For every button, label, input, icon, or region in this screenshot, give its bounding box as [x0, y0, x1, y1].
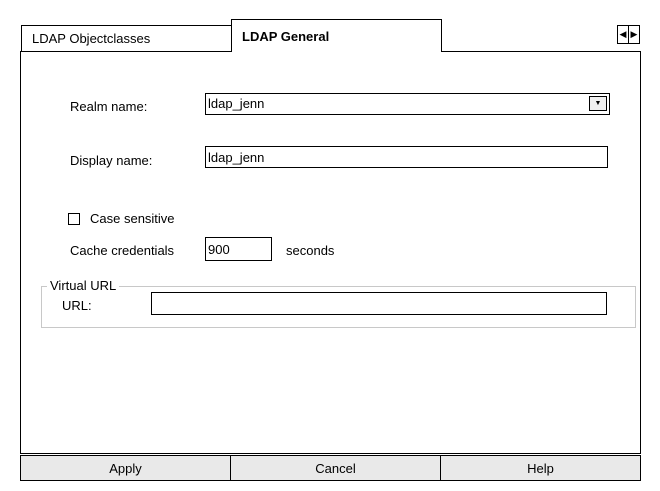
tab-label: LDAP General [242, 29, 330, 44]
tab-panel-ldap-general: Realm name: ldap_jenn ▼ Display name: Ca… [20, 51, 641, 454]
virtual-url-legend: Virtual URL [47, 278, 120, 294]
cache-seconds-label: seconds [286, 243, 335, 258]
cache-credentials-label: Cache credentials [70, 243, 175, 258]
cancel-button[interactable]: Cancel [231, 455, 441, 481]
realm-name-value: ldap_jenn [208, 96, 265, 111]
case-sensitive-label: Case sensitive [90, 211, 175, 226]
apply-button[interactable]: Apply [20, 455, 231, 481]
case-sensitive-checkbox[interactable] [68, 213, 80, 225]
virtual-url-group: Virtual URL URL: [41, 278, 636, 328]
tab-label: LDAP Objectclasses [32, 31, 151, 46]
cache-credentials-field[interactable] [205, 237, 272, 261]
ldap-realm-dialog: LDAP Objectclasses LDAP General ◀ ▶ Real… [0, 0, 660, 491]
realm-name-select[interactable]: ldap_jenn ▼ [205, 93, 610, 115]
help-button[interactable]: Help [441, 455, 641, 481]
triangle-left-icon[interactable]: ◀ [618, 26, 628, 43]
tab-ldap-objectclasses[interactable]: LDAP Objectclasses [21, 25, 232, 51]
tab-scroll-control: ◀ ▶ [617, 25, 640, 44]
chevron-down-icon[interactable]: ▼ [589, 96, 607, 111]
url-field[interactable] [151, 292, 607, 315]
tab-ldap-general[interactable]: LDAP General [231, 19, 442, 52]
display-name-label: Display name: [70, 153, 153, 168]
triangle-right-icon[interactable]: ▶ [628, 26, 639, 43]
display-name-field[interactable] [205, 146, 608, 168]
dialog-button-row: Apply Cancel Help [20, 455, 641, 481]
url-label: URL: [62, 298, 92, 313]
realm-name-label: Realm name: [70, 99, 148, 114]
